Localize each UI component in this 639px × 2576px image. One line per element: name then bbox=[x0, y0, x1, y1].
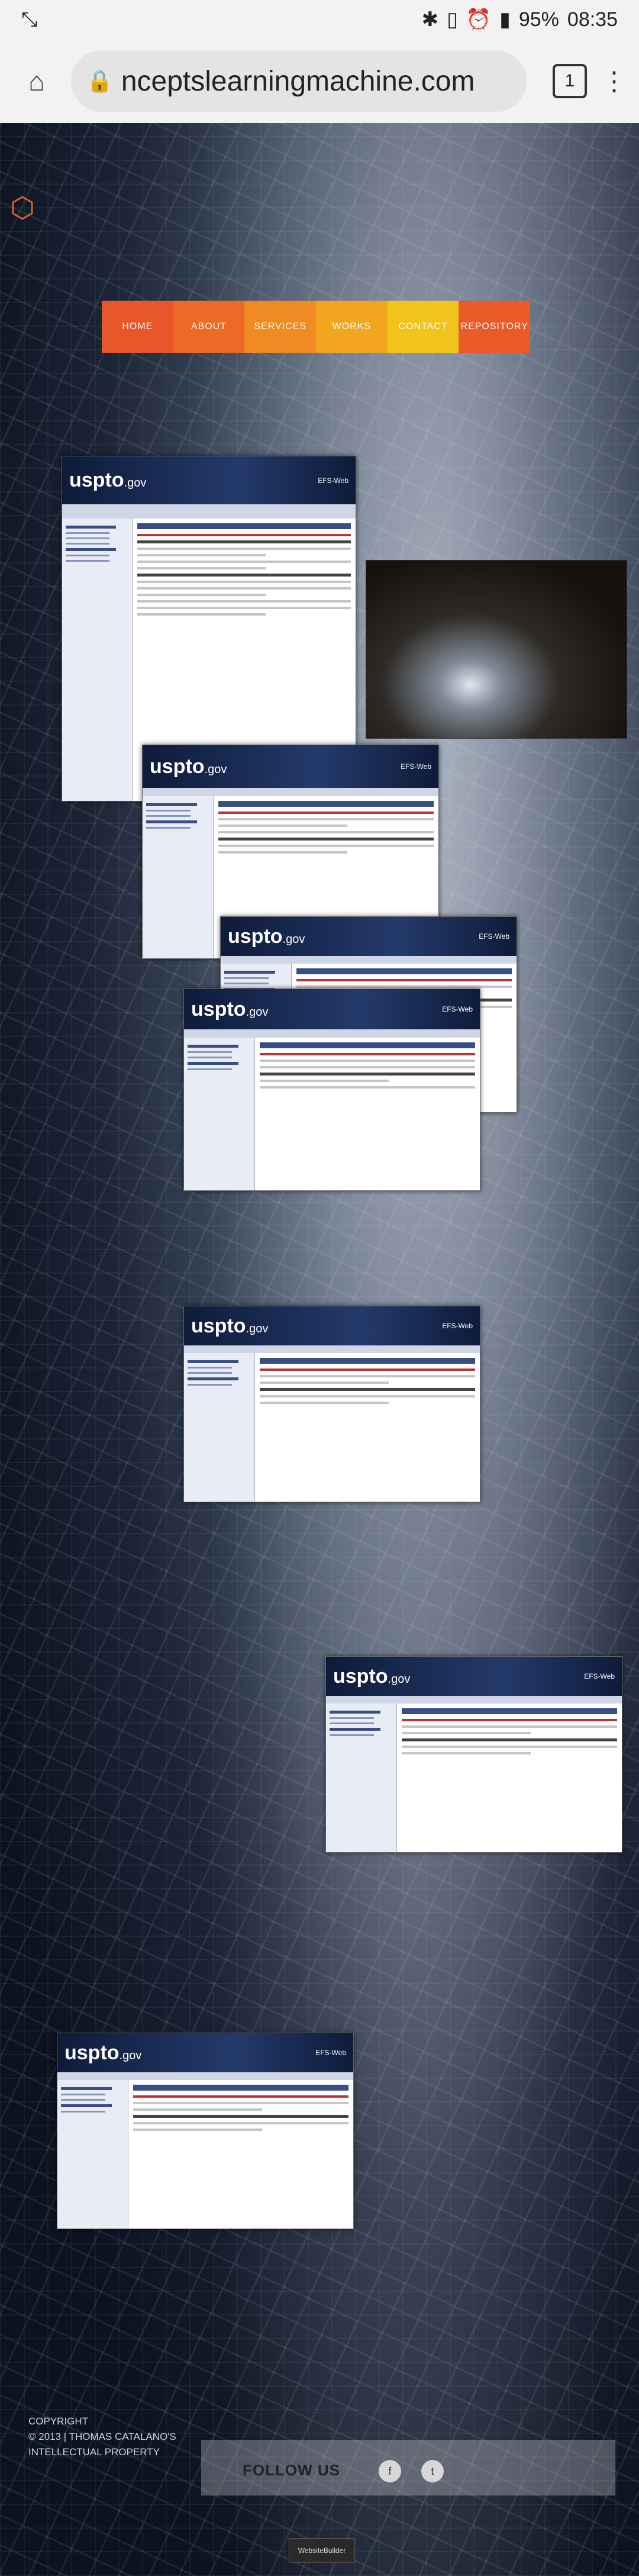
efs-web-label: EFS-Web bbox=[479, 932, 509, 941]
website-builder-badge[interactable]: WebsiteBuilder bbox=[289, 2538, 355, 2563]
efs-web-label: EFS-Web bbox=[315, 2049, 346, 2057]
lock-icon: 🔒 bbox=[86, 69, 113, 93]
address-bar[interactable]: 🔒 nceptslearningmachine.com bbox=[71, 50, 527, 112]
nav-services[interactable]: SERVICES bbox=[244, 301, 317, 353]
uspto-screenshot[interactable]: uspto.gov EFS-Web bbox=[57, 2033, 354, 2229]
efs-web-label: EFS-Web bbox=[318, 476, 348, 485]
nav-about[interactable]: ABOUT bbox=[173, 301, 245, 353]
uspto-logo: uspto.gov bbox=[150, 755, 227, 778]
uspto-header: uspto.gov EFS-Web bbox=[184, 1306, 480, 1345]
footer-copyright: COPYRIGHT © 2013 | THOMAS CATALANO'S INT… bbox=[28, 2416, 176, 2458]
site-logo-icon[interactable]: ⬡ bbox=[8, 194, 37, 223]
uspto-menu-bar bbox=[143, 788, 438, 797]
uspto-menu-bar bbox=[221, 956, 517, 964]
uspto-header: uspto.gov EFS-Web bbox=[143, 745, 438, 788]
uspto-menu-bar bbox=[57, 2072, 353, 2081]
uspto-sidebar bbox=[143, 796, 214, 958]
url-text[interactable]: nceptslearningmachine.com bbox=[121, 65, 475, 98]
uspto-screenshot[interactable]: uspto.gov EFS-Web bbox=[325, 1656, 622, 1853]
battery-level: 95% bbox=[518, 8, 559, 31]
uspto-header: uspto.gov EFS-Web bbox=[184, 989, 480, 1029]
home-button[interactable]: ⌂ bbox=[13, 57, 60, 105]
uspto-logo: uspto.gov bbox=[69, 469, 147, 492]
uspto-sidebar bbox=[184, 1353, 255, 1502]
uspto-main bbox=[255, 1353, 480, 1502]
page-content: ⬡ HOME ABOUT SERVICES WORKS CONTACT REPO… bbox=[0, 123, 639, 2576]
alarm-icon: ⏰ bbox=[466, 8, 492, 31]
uspto-header: uspto.gov EFS-Web bbox=[326, 1657, 622, 1696]
signal-icon: ▮ bbox=[499, 8, 511, 31]
tab-switcher-button[interactable]: 1 bbox=[553, 64, 587, 98]
uspto-menu-bar bbox=[184, 1345, 480, 1354]
uspto-sidebar bbox=[57, 2080, 128, 2229]
uspto-main bbox=[397, 1704, 622, 1852]
uspto-header: uspto.gov EFS-Web bbox=[221, 917, 517, 956]
uspto-logo: uspto.gov bbox=[191, 997, 269, 1020]
status-indicators: ✱ ▯ ⏰ ▮ 95% 08:35 bbox=[422, 8, 618, 31]
uspto-screenshot[interactable]: uspto.gov EFS-Web bbox=[183, 1306, 480, 1502]
uspto-logo: uspto.gov bbox=[333, 1664, 411, 1688]
main-nav: HOME ABOUT SERVICES WORKS CONTACT REPOSI… bbox=[102, 301, 531, 353]
uspto-sidebar bbox=[62, 518, 133, 801]
uspto-logo: uspto.gov bbox=[228, 925, 305, 948]
efs-web-label: EFS-Web bbox=[442, 1322, 473, 1330]
uspto-header: uspto.gov EFS-Web bbox=[57, 2033, 353, 2072]
uspto-menu-bar bbox=[62, 504, 356, 519]
uspto-logo: uspto.gov bbox=[64, 2041, 142, 2064]
efs-web-label: EFS-Web bbox=[442, 1005, 473, 1013]
uspto-body bbox=[57, 2080, 353, 2229]
overflow-menu-button[interactable]: ⋮ bbox=[601, 57, 627, 105]
nav-contact[interactable]: CONTACT bbox=[387, 301, 459, 353]
uspto-screenshot[interactable]: uspto.gov EFS-Web bbox=[183, 988, 480, 1191]
nav-works[interactable]: WORKS bbox=[316, 301, 388, 353]
uspto-menu-bar bbox=[326, 1696, 622, 1704]
uspto-main bbox=[255, 1038, 480, 1190]
uspto-sidebar bbox=[184, 1037, 255, 1190]
uspto-logo: uspto.gov bbox=[191, 1314, 269, 1337]
browser-toolbar: ⌂ 🔒 nceptslearningmachine.com 1 ⋮ bbox=[0, 39, 639, 123]
uspto-sidebar bbox=[326, 1704, 397, 1852]
screenshot-icon: ⤡ bbox=[21, 8, 38, 31]
uspto-main bbox=[128, 2080, 353, 2229]
uspto-menu-bar bbox=[184, 1029, 480, 1038]
uspto-body bbox=[184, 1353, 480, 1502]
nav-repository[interactable]: REPOSITORY bbox=[459, 301, 531, 353]
clock: 08:35 bbox=[567, 8, 618, 31]
uspto-body bbox=[184, 1037, 480, 1190]
vibrate-icon: ▯ bbox=[447, 8, 458, 31]
follow-us-label: FOLLOW US bbox=[243, 2461, 340, 2479]
twitter-icon[interactable]: t bbox=[421, 2460, 444, 2482]
facebook-icon[interactable]: f bbox=[379, 2460, 401, 2482]
efs-web-label: EFS-Web bbox=[401, 762, 431, 771]
bluetooth-icon: ✱ bbox=[421, 8, 439, 31]
office-photo bbox=[366, 560, 627, 739]
uspto-header: uspto.gov EFS-Web bbox=[62, 456, 356, 505]
efs-web-label: EFS-Web bbox=[584, 1672, 615, 1680]
uspto-body bbox=[326, 1704, 622, 1852]
status-bar: ⤡ ✱ ▯ ⏰ ▮ 95% 08:35 bbox=[0, 0, 639, 39]
nav-home[interactable]: HOME bbox=[102, 301, 173, 353]
